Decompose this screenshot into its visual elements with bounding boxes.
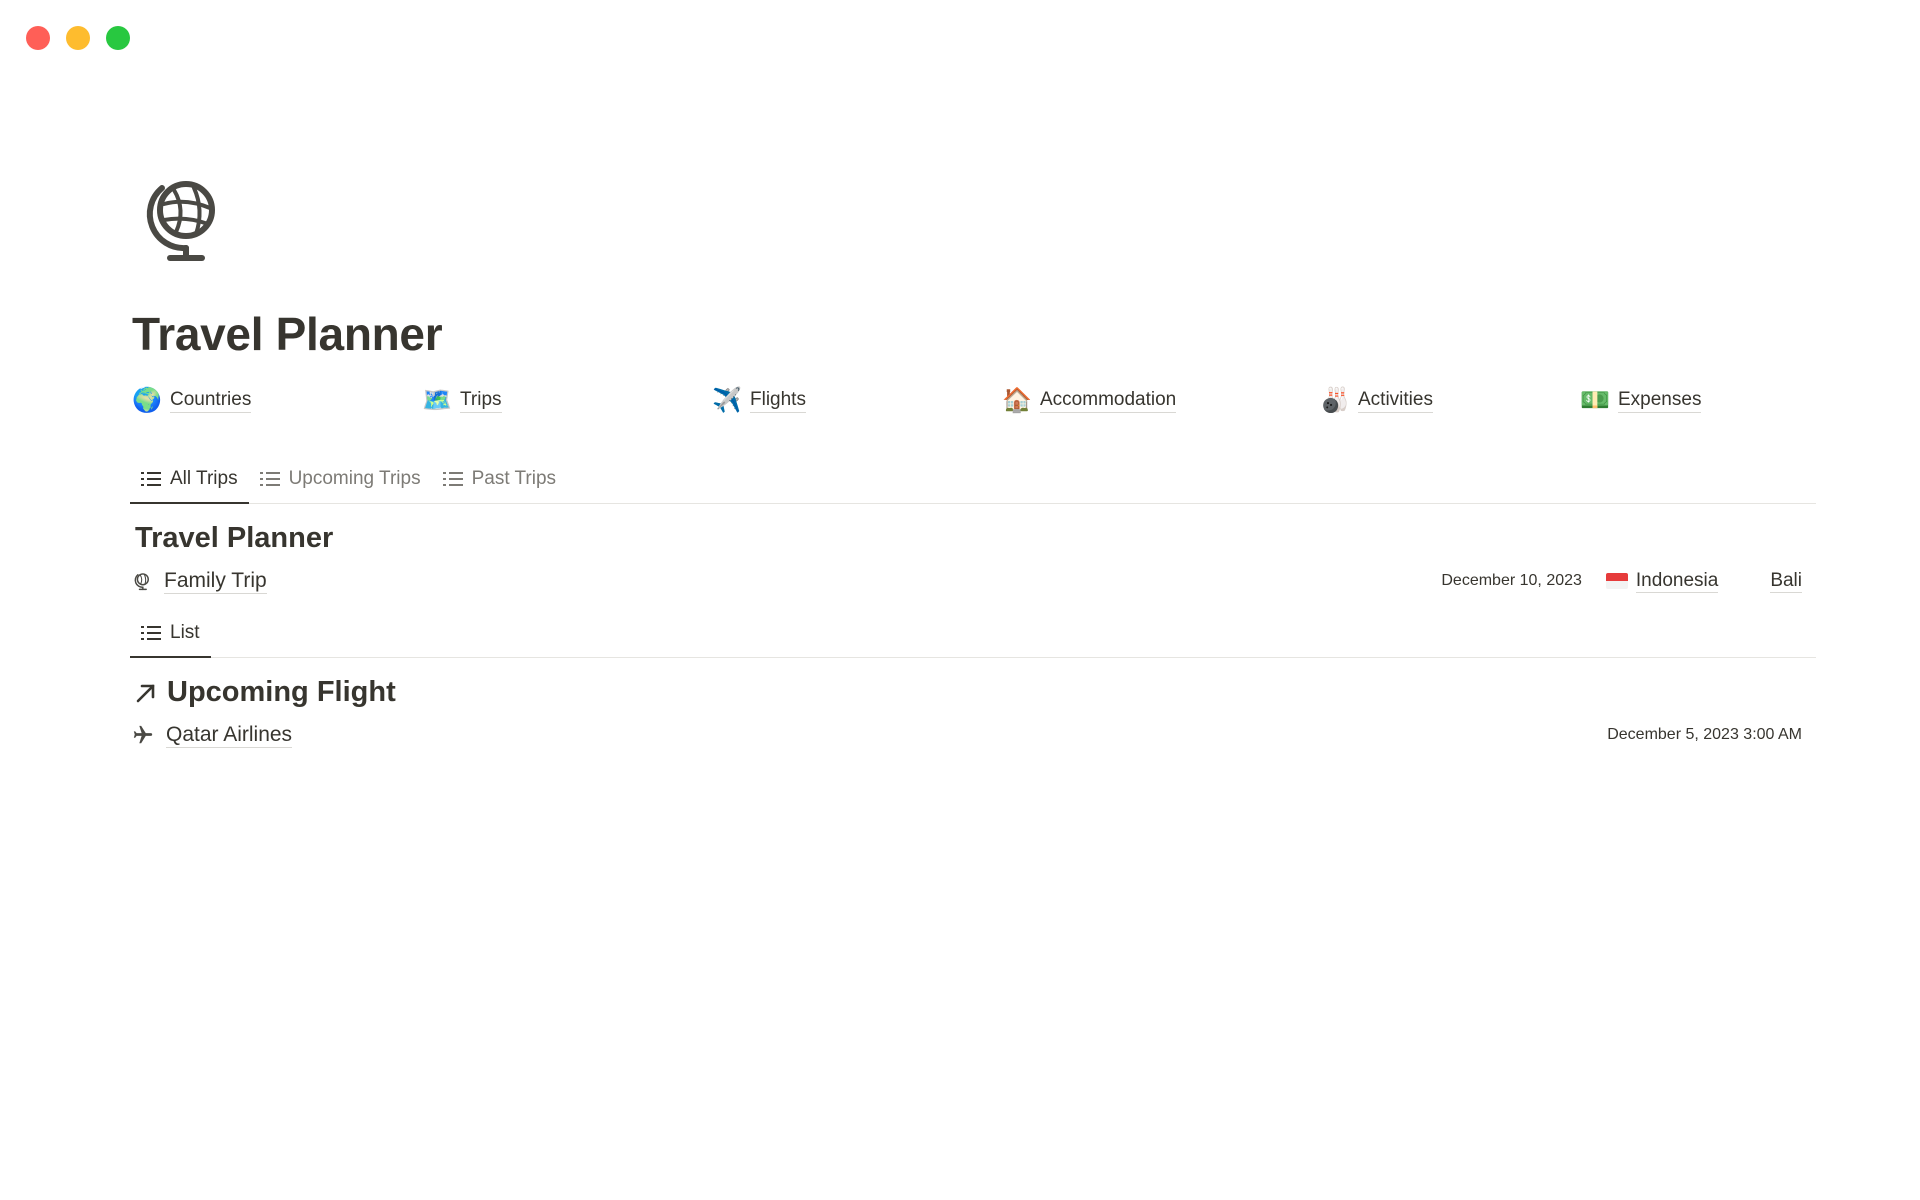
earth-globe-icon: 🌍 <box>132 387 162 414</box>
tab-list[interactable]: List <box>130 610 211 658</box>
flight-row[interactable]: Qatar Airlines December 5, 2023 3:00 AM <box>130 709 1816 761</box>
link-accommodation[interactable]: 🏠 Accommodation <box>1002 387 1177 414</box>
link-label: Expenses <box>1618 389 1702 413</box>
link-label: Trips <box>460 389 502 413</box>
trip-city[interactable]: Bali <box>1770 570 1802 593</box>
tab-label: List <box>170 622 200 643</box>
link-label: Accommodation <box>1040 389 1177 413</box>
tab-label: Past Trips <box>471 468 557 489</box>
banknote-icon: 💵 <box>1580 387 1610 414</box>
trip-date: December 10, 2023 <box>1441 572 1582 589</box>
list-icon <box>259 472 280 486</box>
flight-name-label: Qatar Airlines <box>166 722 293 748</box>
trip-name-label: Family Trip <box>164 568 267 594</box>
airplane-icon <box>133 725 153 744</box>
section-title-text: Upcoming Flight <box>167 676 396 708</box>
list-icon <box>141 472 161 486</box>
link-flights[interactable]: ✈️ Flights <box>712 389 806 413</box>
flight-view-tabs: List <box>130 609 1816 658</box>
trip-view-tabs: All Trips Upcoming Trips Past Trips <box>130 455 1816 504</box>
indonesia-flag-icon <box>1605 573 1628 589</box>
trip-properties: December 10, 2023 Indonesia Bali <box>1441 570 1802 593</box>
link-label: Countries <box>170 389 252 413</box>
airplane-icon: ✈️ <box>712 387 742 414</box>
app-window: Travel Planner 🌍 Countries 🗺️ Trips ✈️ F… <box>0 0 1920 1200</box>
link-expenses[interactable]: 💵 Expenses <box>1580 387 1702 414</box>
link-countries[interactable]: 🌍 Countries <box>132 387 252 414</box>
list-icon <box>442 472 463 486</box>
zoom-window-button[interactable] <box>106 26 130 50</box>
country-label: Indonesia <box>1635 569 1719 593</box>
tab-upcoming-trips[interactable]: Upcoming Trips <box>249 456 432 504</box>
page-title: Travel Planner <box>132 308 443 360</box>
link-activities[interactable]: 🎳 Activities <box>1320 389 1433 413</box>
tab-past-trips[interactable]: Past Trips <box>432 456 567 504</box>
link-trips[interactable]: 🗺️ Trips <box>422 389 502 413</box>
trip-country[interactable]: Indonesia <box>1605 569 1719 593</box>
bowling-icon: 🎳 <box>1320 387 1350 414</box>
globe-icon <box>134 573 149 591</box>
page-content: Travel Planner 🌍 Countries 🗺️ Trips ✈️ F… <box>130 170 1816 761</box>
minimize-window-button[interactable] <box>66 26 90 50</box>
city-label: Bali <box>1770 569 1802 593</box>
trips-section-title[interactable]: Travel Planner <box>135 522 1816 555</box>
tab-label: Upcoming Trips <box>288 468 421 489</box>
section-title-text: Travel Planner <box>135 522 334 554</box>
map-icon: 🗺️ <box>422 387 452 414</box>
arrow-up-right-icon <box>136 684 155 702</box>
tab-label: All Trips <box>170 468 238 489</box>
globe-icon[interactable] <box>134 170 230 266</box>
flight-name[interactable]: Qatar Airlines <box>132 722 293 748</box>
link-label: Flights <box>750 389 806 413</box>
trip-name[interactable]: Family Trip <box>132 569 267 594</box>
flight-section-title[interactable]: Upcoming Flight <box>135 676 1816 709</box>
close-window-button[interactable] <box>26 26 50 50</box>
quick-links: 🌍 Countries 🗺️ Trips ✈️ Flights 🏠 Accomm… <box>130 389 1816 429</box>
tab-all-trips[interactable]: All Trips <box>130 456 249 504</box>
flight-properties: December 5, 2023 3:00 AM <box>1607 726 1802 744</box>
house-icon: 🏠 <box>1002 387 1032 414</box>
list-icon <box>141 626 161 640</box>
flight-datetime: December 5, 2023 3:00 AM <box>1607 726 1802 743</box>
trip-row[interactable]: Family Trip December 10, 2023 Indonesia … <box>130 555 1816 607</box>
window-controls <box>26 26 130 50</box>
link-label: Activities <box>1358 389 1433 413</box>
